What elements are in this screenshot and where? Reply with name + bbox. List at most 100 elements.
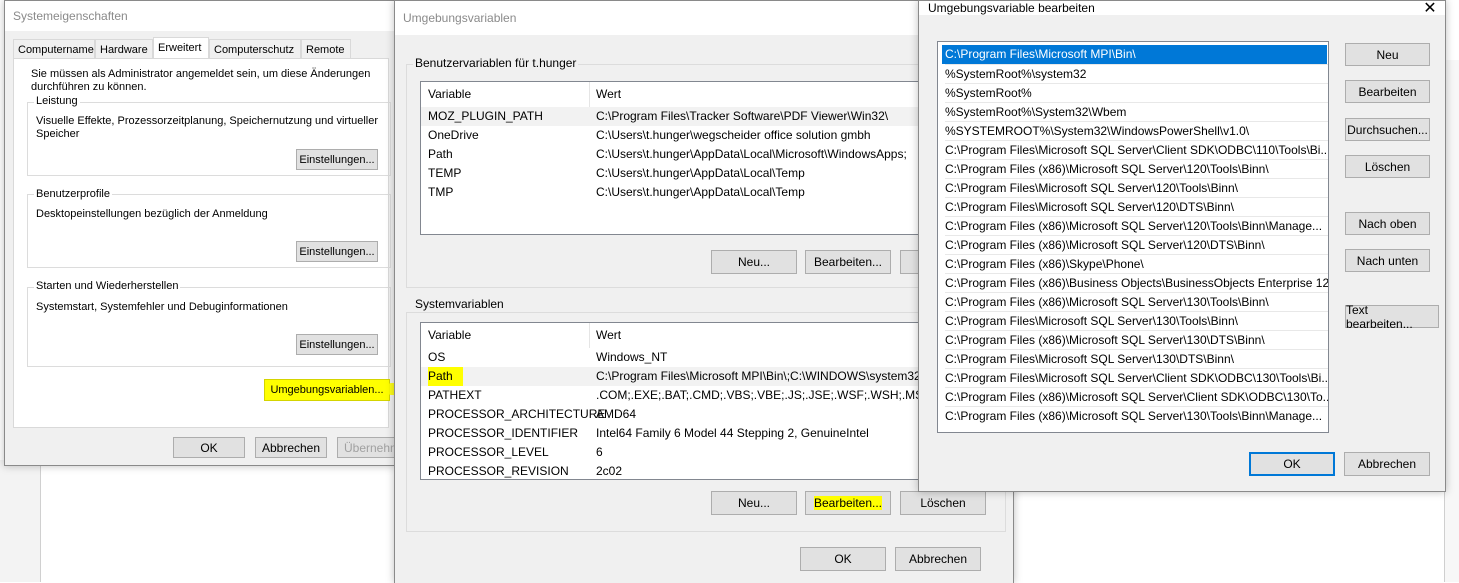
- system-edit-button-label: Bearbeiten...: [813, 496, 883, 510]
- list-item[interactable]: C:\Program Files (x86)\Microsoft SQL Ser…: [945, 235, 1328, 255]
- variable-value: 2c02: [596, 464, 623, 478]
- ok-button[interactable]: OK: [800, 547, 886, 571]
- variable-name: OneDrive: [428, 128, 479, 142]
- list-item[interactable]: C:\Program Files\Microsoft SQL Server\12…: [945, 178, 1328, 198]
- cancel-button[interactable]: Abbrechen: [255, 437, 327, 458]
- list-item[interactable]: C:\Program Files\Microsoft SQL Server\13…: [945, 349, 1328, 369]
- cancel-button[interactable]: Abbrechen: [1344, 452, 1430, 476]
- close-icon[interactable]: ✕: [1415, 0, 1445, 21]
- startup-recovery-group: [27, 287, 391, 367]
- user-edit-button[interactable]: Bearbeiten...: [805, 250, 891, 274]
- tab-system-protection[interactable]: Computerschutz: [209, 39, 301, 59]
- list-item[interactable]: C:\Program Files (x86)\Microsoft SQL Ser…: [945, 406, 1328, 426]
- column-value[interactable]: Wert: [596, 82, 621, 107]
- table-row[interactable]: PROCESSOR_REVISION 2c02: [421, 462, 1001, 479]
- system-edit-button[interactable]: Bearbeiten...: [805, 491, 891, 515]
- startup-recovery-settings-button[interactable]: Einstellungen...: [296, 334, 378, 355]
- variable-name: PATHEXT: [428, 388, 482, 402]
- list-item[interactable]: %SystemRoot%\System32\Wbem: [945, 102, 1328, 122]
- list-item[interactable]: %SystemRoot%: [945, 83, 1328, 103]
- entry-text: C:\Program Files\Microsoft SQL Server\12…: [945, 200, 1234, 214]
- list-item[interactable]: C:\Program Files (x86)\Microsoft SQL Ser…: [945, 159, 1328, 179]
- list-item[interactable]: C:\Program Files\Microsoft SQL Server\13…: [945, 311, 1328, 331]
- user-profiles-settings-button[interactable]: Einstellungen...: [296, 241, 378, 262]
- list-item[interactable]: C:\Program Files (x86)\Microsoft SQL Ser…: [945, 216, 1328, 236]
- edit-text-button[interactable]: Text bearbeiten...: [1345, 303, 1439, 331]
- delete-button[interactable]: Löschen: [1345, 155, 1430, 178]
- user-variables-list[interactable]: Variable Wert MOZ_PLUGIN_PATH C:\Program…: [420, 81, 1002, 235]
- list-item[interactable]: C:\Program Files (x86)\Microsoft SQL Ser…: [945, 330, 1328, 350]
- column-variable[interactable]: Variable: [428, 323, 471, 348]
- system-variables-list[interactable]: Variable Wert OS Windows_NT Path C:\Prog…: [420, 322, 1002, 480]
- list-item[interactable]: C:\Program Files (x86)\Microsoft SQL Ser…: [945, 387, 1328, 407]
- table-row[interactable]: PROCESSOR_IDENTIFIER Intel64 Family 6 Mo…: [421, 424, 1001, 443]
- edit-environment-variable-window: Umgebungsvariable bearbeiten ✕ C:\Progra…: [918, 0, 1446, 492]
- table-row[interactable]: PROCESSOR_ARCHITECTURE AMD64: [421, 405, 1001, 424]
- tab-advanced[interactable]: Erweitert: [153, 37, 209, 60]
- background-window-right: [1444, 60, 1459, 582]
- entry-text: %SYSTEMROOT%\System32\WindowsPowerShell\…: [945, 124, 1250, 138]
- user-profiles-desc: Desktopeinstellungen bezüglich der Anmel…: [36, 208, 268, 220]
- tab-hardware[interactable]: Hardware: [95, 39, 153, 59]
- entry-text: C:\Program Files (x86)\Microsoft SQL Ser…: [945, 409, 1323, 423]
- variable-value: C:\Users\t.hunger\AppData\Local\Temp: [596, 185, 805, 199]
- list-item[interactable]: C:\Program Files\Microsoft SQL Server\Cl…: [945, 140, 1328, 160]
- startup-recovery-desc: Systemstart, Systemfehler und Debuginfor…: [36, 301, 288, 313]
- table-row[interactable]: PATHEXT .COM;.EXE;.BAT;.CMD;.VBS;.VBE;.J…: [421, 386, 1001, 405]
- move-down-button[interactable]: Nach unten: [1345, 249, 1430, 272]
- variable-value: C:\Program Files\Microsoft MPI\Bin\;C:\W…: [596, 369, 921, 383]
- list-item[interactable]: C:\Program Files (x86)\Skype\Phone\: [945, 254, 1328, 274]
- table-row[interactable]: TEMP C:\Users\t.hunger\AppData\Local\Tem…: [421, 164, 1001, 183]
- table-row[interactable]: TMP C:\Users\t.hunger\AppData\Local\Temp: [421, 183, 1001, 202]
- system-properties-window: Systemeigenschaften Computername Hardwar…: [4, 0, 397, 466]
- user-new-button[interactable]: Neu...: [711, 250, 797, 274]
- list-item[interactable]: C:\Program Files (x86)\Business Objects\…: [945, 273, 1328, 293]
- table-row[interactable]: MOZ_PLUGIN_PATH C:\Program Files\Tracker…: [421, 107, 1001, 126]
- cancel-button[interactable]: Abbrechen: [895, 547, 981, 571]
- table-row[interactable]: Path C:\Program Files\Microsoft MPI\Bin\…: [421, 367, 1001, 386]
- apply-button[interactable]: Übernehmen: [337, 437, 397, 458]
- variable-value: .COM;.EXE;.BAT;.CMD;.VBS;.VBE;.JS;.JSE;.…: [596, 388, 932, 402]
- browse-button[interactable]: Durchsuchen...: [1345, 118, 1430, 141]
- list-item[interactable]: C:\Program Files (x86)\Microsoft SQL Ser…: [945, 292, 1328, 312]
- entry-text: %SystemRoot%\system32: [945, 67, 1087, 81]
- user-profiles-label: Benutzerprofile: [34, 188, 112, 200]
- table-row[interactable]: OneDrive C:\Users\t.hunger\wegscheider o…: [421, 126, 1001, 145]
- new-button[interactable]: Neu: [1345, 43, 1430, 66]
- table-row[interactable]: Path C:\Users\t.hunger\AppData\Local\Mic…: [421, 145, 1001, 164]
- system-delete-button[interactable]: Löschen: [900, 491, 986, 515]
- performance-settings-button[interactable]: Einstellungen...: [296, 149, 378, 170]
- list-header: Variable Wert: [421, 323, 1001, 348]
- variable-value: AMD64: [596, 407, 637, 421]
- column-variable[interactable]: Variable: [428, 82, 471, 107]
- entry-text: C:\Program Files (x86)\Skype\Phone\: [945, 257, 1144, 271]
- list-item[interactable]: C:\Program Files\Microsoft MPI\Bin\: [942, 45, 1327, 64]
- performance-desc-1: Visuelle Effekte, Prozessorzeitplanung, …: [36, 115, 379, 127]
- variable-name: OS: [428, 350, 446, 364]
- column-separator: [589, 323, 590, 348]
- list-item[interactable]: C:\Program Files\Microsoft SQL Server\Cl…: [945, 368, 1328, 388]
- move-up-button[interactable]: Nach oben: [1345, 212, 1430, 235]
- variable-name: MOZ_PLUGIN_PATH: [428, 109, 543, 123]
- list-item[interactable]: %SYSTEMROOT%\System32\WindowsPowerShell\…: [945, 121, 1328, 141]
- tab-remote[interactable]: Remote: [301, 39, 351, 59]
- system-new-button[interactable]: Neu...: [711, 491, 797, 515]
- entry-text: C:\Program Files\Microsoft SQL Server\Cl…: [945, 143, 1329, 157]
- column-value[interactable]: Wert: [596, 323, 621, 348]
- table-row[interactable]: OS Windows_NT: [421, 348, 1001, 367]
- path-entries-list[interactable]: C:\Program Files\Microsoft MPI\Bin\ %Sys…: [937, 41, 1329, 433]
- tab-computername[interactable]: Computername: [13, 39, 95, 59]
- list-item[interactable]: C:\Program Files\Microsoft SQL Server\12…: [945, 197, 1328, 217]
- ok-button[interactable]: OK: [173, 437, 245, 458]
- list-header: Variable Wert: [421, 82, 1001, 107]
- variable-name: TEMP: [428, 166, 462, 180]
- entry-text: C:\Program Files (x86)\Microsoft SQL Ser…: [945, 238, 1265, 252]
- column-separator: [589, 82, 590, 107]
- table-row[interactable]: PROCESSOR_LEVEL 6: [421, 443, 1001, 462]
- list-item[interactable]: %SystemRoot%\system32: [945, 64, 1328, 84]
- ok-button[interactable]: OK: [1249, 452, 1335, 476]
- variable-name: PROCESSOR_ARCHITECTURE: [428, 407, 606, 421]
- edit-button[interactable]: Bearbeiten: [1345, 80, 1430, 103]
- tab-bar: Computername Hardware Erweitert Computer…: [13, 37, 385, 60]
- environment-variables-button[interactable]: Umgebungsvariablen...: [264, 379, 390, 401]
